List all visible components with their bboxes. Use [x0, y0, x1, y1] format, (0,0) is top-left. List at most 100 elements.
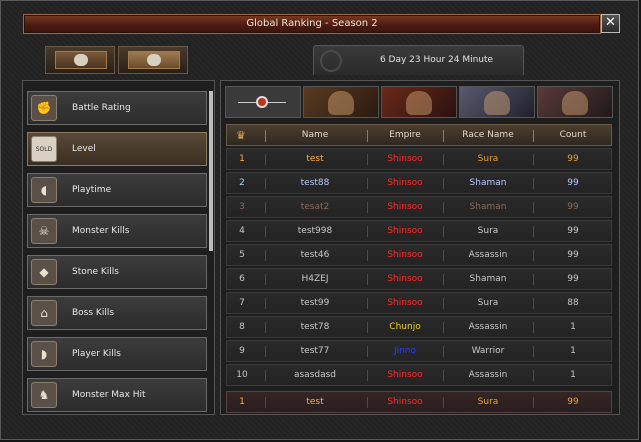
beast-icon: ◆	[31, 259, 57, 285]
count-cell: 1	[570, 370, 576, 380]
category-monster-kills[interactable]: ☠ Monster Kills	[27, 214, 207, 248]
sold-icon: SOLD	[31, 136, 57, 162]
category-playtime[interactable]: ◖ Playtime	[27, 173, 207, 207]
empire-cell: Chunjo	[389, 322, 421, 332]
header-count: Count	[559, 130, 587, 140]
category-label: Monster Kills	[72, 226, 130, 236]
table-row[interactable]: 8 test78 Chunjo Assassin 1	[226, 316, 612, 338]
rank-cell: 5	[239, 250, 245, 260]
category-level[interactable]: SOLD Level	[27, 132, 207, 166]
count-cell: 99	[567, 154, 579, 164]
emblem-icon	[256, 96, 268, 108]
header-race: Race Name	[462, 130, 514, 140]
rank-cell: 1	[239, 154, 245, 164]
scrollbar[interactable]	[209, 91, 213, 251]
category-label: Level	[72, 144, 96, 154]
category-boss-kills[interactable]: ⌂ Boss Kills	[27, 296, 207, 330]
assassin-portrait-icon	[406, 91, 432, 115]
timer-text: 6 Day 23 Hour 24 Minute	[379, 55, 494, 65]
race-filter-assassin[interactable]	[381, 86, 457, 118]
rank-cell: 1	[239, 397, 245, 407]
table-row[interactable]: 3 tesat2 Shinsoo Shaman 99	[226, 196, 612, 218]
globe-icon	[74, 54, 88, 66]
fish-icon: ◗	[31, 341, 57, 367]
name-cell: asasdasd	[293, 370, 337, 380]
feather-icon: ◖	[31, 177, 57, 203]
count-cell: 99	[567, 397, 579, 407]
category-label: Stone Kills	[72, 267, 119, 277]
count-cell: 1	[570, 346, 576, 356]
name-cell: tesat2	[300, 202, 330, 212]
category-list: ✊ Battle Rating SOLD Level ◖ Playtime ☠ Monster…	[22, 80, 215, 415]
table-row[interactable]: 1 test Shinsoo Sura 99	[226, 148, 612, 170]
race-cell: Shaman	[469, 274, 507, 284]
race-cell: Shaman	[469, 202, 507, 212]
category-stone-kills[interactable]: ◆ Stone Kills	[27, 255, 207, 289]
name-cell: test46	[300, 250, 330, 260]
header-name: Name	[301, 130, 329, 140]
shaman-portrait-icon	[562, 91, 588, 115]
tab-global[interactable]	[45, 46, 115, 74]
count-cell: 99	[567, 202, 579, 212]
table-row[interactable]: 5 test46 Shinsoo Assassin 99	[226, 244, 612, 266]
rank-cell: 4	[239, 226, 245, 236]
category-label: Playtime	[72, 185, 112, 195]
name-cell: H4ZEJ	[301, 274, 329, 284]
name-cell: test88	[300, 178, 330, 188]
rank-cell: 2	[239, 178, 245, 188]
race-cell: Shaman	[469, 178, 507, 188]
rank-cell: 7	[239, 298, 245, 308]
race-filter-all[interactable]	[225, 86, 301, 118]
category-player-kills[interactable]: ◗ Player Kills	[27, 337, 207, 371]
close-icon: ✕	[605, 15, 616, 30]
own-rank-row[interactable]: 1 test Shinsoo Sura 99	[226, 391, 612, 413]
category-label: Player Kills	[72, 349, 121, 359]
rank-cell: 3	[239, 202, 245, 212]
name-cell: test	[306, 397, 324, 407]
race-cell: Assassin	[468, 250, 508, 260]
name-cell: test	[306, 154, 324, 164]
demon-icon: ☠	[31, 218, 57, 244]
empire-cell: Shinsoo	[387, 226, 423, 236]
empire-cell: Jinno	[393, 346, 417, 356]
table-row[interactable]: 6 H4ZEJ Shinsoo Shaman 99	[226, 268, 612, 290]
table-header: ♛ Name Empire Race Name Count	[226, 124, 612, 146]
gate-icon: ⌂	[31, 300, 57, 326]
header-empire: Empire	[389, 130, 421, 140]
race-cell: Sura	[477, 298, 499, 308]
race-cell: Assassin	[468, 322, 508, 332]
table-row[interactable]: 2 test88 Shinsoo Shaman 99	[226, 172, 612, 194]
empire-cell: Shinsoo	[387, 154, 423, 164]
count-cell: 99	[567, 250, 579, 260]
empire-cell: Shinsoo	[387, 274, 423, 284]
window-title: Global Ranking - Season 2	[23, 14, 601, 34]
rank-cell: 6	[239, 274, 245, 284]
race-filter-warrior[interactable]	[303, 86, 379, 118]
race-cell: Sura	[477, 226, 499, 236]
sura-portrait-icon	[484, 91, 510, 115]
empire-cell: Shinsoo	[387, 370, 423, 380]
table-row[interactable]: 7 test99 Shinsoo Sura 88	[226, 292, 612, 314]
race-cell: Assassin	[468, 370, 508, 380]
count-cell: 1	[570, 322, 576, 332]
category-battle-rating[interactable]: ✊ Battle Rating	[27, 91, 207, 125]
close-button[interactable]: ✕	[601, 14, 620, 33]
ranking-panel: ♛ Name Empire Race Name Count 1 test Shins…	[220, 80, 620, 415]
table-row[interactable]: 10 asasdasd Shinsoo Assassin 1	[226, 364, 612, 386]
race-filter-sura[interactable]	[459, 86, 535, 118]
table-row[interactable]: 4 test998 Shinsoo Sura 99	[226, 220, 612, 242]
category-label: Monster Max Hit	[72, 390, 146, 400]
rank-cell: 10	[236, 370, 248, 380]
tab-group[interactable]	[118, 46, 188, 74]
warrior-portrait-icon	[328, 91, 354, 115]
race-filter-shaman[interactable]	[537, 86, 613, 118]
category-monster-max-hit[interactable]: ♞ Monster Max Hit	[27, 378, 207, 412]
rank-cell: 9	[239, 346, 245, 356]
count-cell: 99	[567, 274, 579, 284]
creature-icon: ♞	[31, 382, 57, 408]
empire-cell: Shinsoo	[387, 250, 423, 260]
table-row[interactable]: 9 test77 Jinno Warrior 1	[226, 340, 612, 362]
empire-cell: Shinsoo	[387, 298, 423, 308]
emblem-icon	[320, 50, 342, 72]
race-cell: Sura	[477, 397, 499, 407]
